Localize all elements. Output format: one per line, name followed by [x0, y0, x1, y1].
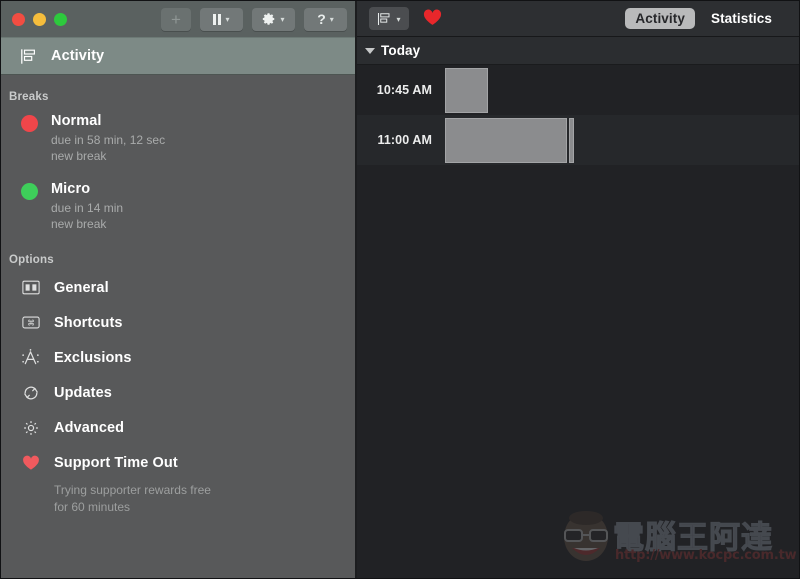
list-view-icon: [378, 12, 390, 25]
group-header-label: Today: [381, 43, 421, 58]
break-name: Micro: [51, 181, 91, 197]
break-text: Normal due in 58 min, 12 sec new break: [51, 113, 165, 164]
pause-icon: [213, 13, 222, 25]
sidebar-item-activity-label: Activity: [51, 48, 105, 64]
minimize-window-button[interactable]: [33, 12, 46, 26]
settings-button[interactable]: ▾: [252, 7, 295, 31]
support-note-line-2: for 60 minutes: [54, 500, 131, 514]
row-time-label: 10:45 AM: [376, 83, 432, 97]
sidebar-item-updates-label: Updates: [54, 384, 112, 401]
sidebar-item-advanced-label: Advanced: [54, 419, 125, 436]
break-due: due in 14 min: [51, 201, 124, 215]
break-action[interactable]: new break: [51, 216, 123, 232]
sidebar-toolbar: + ▾ ▾ ? ▾: [1, 1, 355, 37]
heart-icon: [423, 9, 442, 25]
sidebar-item-exclusions-label: Exclusions: [54, 349, 132, 366]
activity-toolbar: ▾ Activity Statistics: [357, 1, 799, 37]
activity-timeline: 10:45 AM 11:00 AM: [357, 65, 799, 578]
table-row[interactable]: 11:00 AM: [357, 115, 799, 165]
activity-bar[interactable]: [445, 118, 567, 163]
general-panels-icon: [21, 278, 40, 297]
apps-exclusions-icon: [21, 348, 40, 367]
add-break-button[interactable]: +: [161, 7, 191, 31]
group-header-today[interactable]: Today: [357, 37, 799, 65]
svg-text:⌘: ⌘: [27, 319, 35, 328]
window-traffic-lights: [12, 12, 67, 26]
break-status-dot-red: [21, 115, 38, 132]
panel-tabs: Activity Statistics: [625, 8, 782, 29]
row-time-label: 11:00 AM: [377, 133, 432, 147]
maximize-window-button[interactable]: [54, 12, 67, 26]
pause-button[interactable]: ▾: [200, 7, 243, 31]
break-text: Micro due in 14 min new break: [51, 181, 123, 232]
keyboard-command-icon: ⌘: [21, 313, 40, 332]
support-note-line-1: Trying supporter rewards free: [54, 483, 211, 497]
chevron-down-icon: ▾: [329, 15, 334, 24]
app-window: + ▾ ▾ ? ▾ Activity Breaks Normal due in …: [0, 0, 800, 579]
sidebar-item-shortcuts[interactable]: ⌘ Shortcuts: [1, 305, 355, 340]
plus-icon: +: [171, 9, 181, 29]
break-item-micro[interactable]: Micro due in 14 min new break: [1, 181, 355, 232]
view-options-button[interactable]: ▾: [369, 7, 409, 30]
tab-activity[interactable]: Activity: [625, 8, 695, 29]
list-view-icon: [21, 48, 35, 64]
question-mark-icon: ?: [317, 11, 326, 27]
row-bars: [445, 115, 799, 165]
breaks-section-title: Breaks: [9, 91, 49, 103]
chevron-down-icon: ▾: [280, 15, 285, 24]
refresh-icon: [21, 383, 40, 402]
sidebar-item-support-time-out[interactable]: Support Time Out: [1, 445, 355, 480]
activity-bar[interactable]: [445, 68, 488, 113]
break-item-normal[interactable]: Normal due in 58 min, 12 sec new break: [1, 113, 355, 164]
gear-icon: [263, 13, 275, 25]
break-due: due in 58 min, 12 sec: [51, 133, 166, 147]
disclosure-triangle-icon[interactable]: [365, 47, 375, 54]
sidebar-item-general[interactable]: General: [1, 270, 355, 305]
help-button[interactable]: ? ▾: [304, 7, 347, 31]
tab-statistics[interactable]: Statistics: [701, 8, 782, 29]
break-action[interactable]: new break: [51, 148, 165, 164]
sidebar-item-shortcuts-label: Shortcuts: [54, 314, 123, 331]
chevron-down-icon: ▾: [225, 15, 230, 24]
sidebar: + ▾ ▾ ? ▾ Activity Breaks Normal due in …: [1, 1, 355, 578]
chevron-down-icon: ▾: [396, 14, 401, 24]
activity-panel: ▾ Activity Statistics Today 10:45 AM 11:…: [357, 1, 799, 578]
options-section-title: Options: [9, 254, 54, 266]
sidebar-item-activity[interactable]: Activity: [1, 37, 355, 75]
table-row[interactable]: 10:45 AM: [357, 65, 799, 115]
heart-icon: [21, 453, 40, 472]
sidebar-item-updates[interactable]: Updates: [1, 375, 355, 410]
break-name: Normal: [51, 113, 102, 129]
gear-icon: [21, 418, 40, 437]
sidebar-body: Breaks Normal due in 58 min, 12 sec new …: [1, 75, 355, 578]
sidebar-toolbar-buttons: + ▾ ▾ ? ▾: [161, 7, 347, 31]
break-status-dot-green: [21, 183, 38, 200]
support-heart-button[interactable]: [423, 9, 442, 29]
close-window-button[interactable]: [12, 12, 25, 26]
sidebar-item-general-label: General: [54, 279, 109, 296]
sidebar-item-exclusions[interactable]: Exclusions: [1, 340, 355, 375]
row-bars: [445, 65, 799, 115]
sidebar-item-support-label: Support Time Out: [54, 454, 178, 471]
activity-bar[interactable]: [569, 118, 574, 163]
sidebar-item-advanced[interactable]: Advanced: [1, 410, 355, 445]
